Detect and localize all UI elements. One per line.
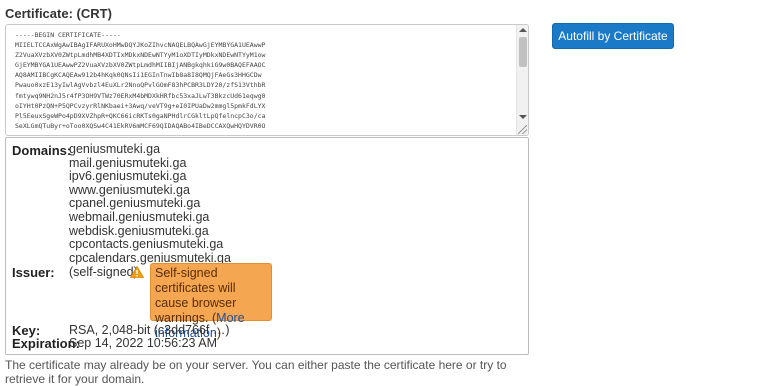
scroll-thumb[interactable] <box>519 37 527 67</box>
certificate-details-panel: Domains: geniusmuteki.ga mail.geniusmute… <box>5 137 529 355</box>
domain-item: cpanel.geniusmuteki.ga <box>69 196 201 211</box>
textarea-scrollbar[interactable] <box>516 25 528 135</box>
scroll-down-icon[interactable] <box>519 115 527 119</box>
key-value: RSA, 2,048-bit (c3dd766f …) <box>69 323 230 337</box>
resize-grip-icon[interactable] <box>518 125 527 134</box>
domain-item: webdisk.geniusmuteki.ga <box>69 223 209 238</box>
domain-item: geniusmuteki.ga <box>69 142 161 156</box>
expiration-value: Sep 14, 2022 10:56:23 AM <box>69 336 218 350</box>
autofill-by-certificate-button[interactable]: Autofill by Certificate <box>552 23 674 49</box>
domains-label: Domains: <box>12 143 72 158</box>
certificate-help-text: The certificate may already be on your s… <box>5 358 507 386</box>
self-signed-warning: Self-signed certificates will cause brow… <box>150 263 272 340</box>
domain-item: ipv6.geniusmuteki.ga <box>69 169 187 184</box>
issuer-value: (self-signed) <box>69 265 138 279</box>
domain-item: webmail.geniusmuteki.ga <box>69 209 210 224</box>
domains-list: geniusmuteki.ga mail.geniusmuteki.ga ipv… <box>69 142 231 265</box>
issuer-label: Issuer: <box>12 265 55 280</box>
warning-triangle-icon <box>130 266 144 278</box>
domain-item: mail.geniusmuteki.ga <box>69 155 187 170</box>
domain-item: www.geniusmuteki.ga <box>69 182 190 197</box>
certificate-text[interactable]: -----BEGIN CERTIFICATE----- MIIELTCCAxWg… <box>15 30 513 131</box>
domain-item: cpcontacts.geniusmuteki.ga <box>69 237 224 252</box>
certificate-textarea[interactable]: -----BEGIN CERTIFICATE----- MIIELTCCAxWg… <box>5 24 529 136</box>
certificate-label: Certificate: (CRT) <box>5 6 112 21</box>
scroll-up-icon[interactable] <box>519 28 527 32</box>
